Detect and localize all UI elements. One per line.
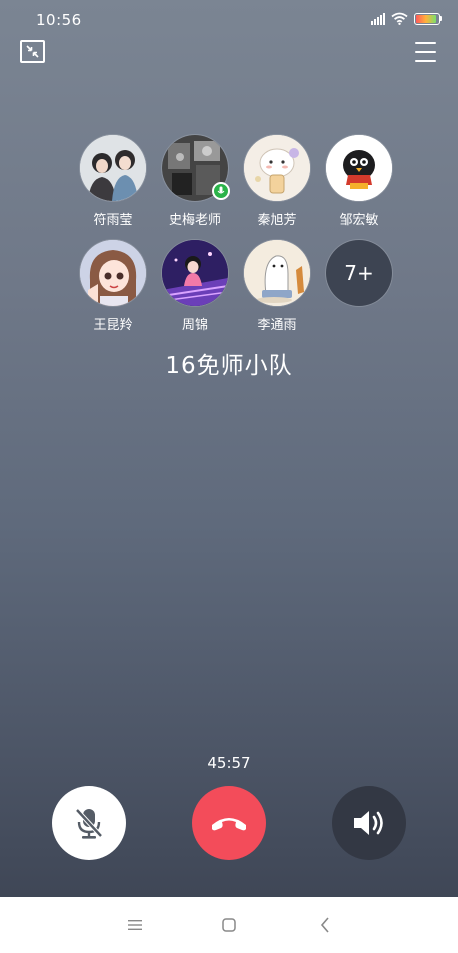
signal-icon	[371, 12, 385, 25]
status-time: 10:56	[36, 11, 82, 29]
participant-name: 邹宏敏	[339, 213, 379, 228]
participant-name: 秦旭芳	[257, 213, 297, 228]
home-icon	[222, 918, 236, 932]
speaker-icon	[354, 811, 383, 835]
participant-name: 周锦	[181, 318, 208, 333]
participant[interactable]: 邹宏敏	[318, 135, 400, 228]
voice-call-screen: 10:56 符雨莹 史梅老师 秦旭芳 邹宏敏 王昆羚 周锦 李通雨 7+ 16免…	[0, 0, 458, 953]
avatar	[244, 240, 310, 306]
avatar	[80, 135, 146, 201]
navigation-bar	[0, 897, 458, 953]
status-bar: 10:56	[0, 0, 458, 40]
participant[interactable]: 周锦	[154, 240, 236, 333]
group-title: 16免师小队	[165, 353, 293, 379]
participant-name: 史梅老师	[168, 213, 221, 228]
menu-icon	[415, 42, 436, 44]
participant-name: 王昆羚	[93, 318, 133, 333]
back-icon	[320, 917, 329, 933]
more-participants-button[interactable]: 7+	[318, 240, 400, 306]
mute-button[interactable]	[52, 786, 126, 860]
home-button[interactable]	[220, 916, 238, 934]
participant-name: 符雨莹	[93, 213, 133, 228]
status-icons	[371, 12, 442, 25]
participant[interactable]: 王昆羚	[72, 240, 154, 333]
speaker-button[interactable]	[332, 786, 406, 860]
avatar	[162, 135, 230, 201]
hangup-icon	[212, 818, 246, 831]
participant-name: 李通雨	[257, 318, 297, 333]
avatar	[244, 135, 310, 201]
menu-button[interactable]	[415, 42, 436, 62]
avatar	[326, 135, 392, 201]
minimize-window-button[interactable]	[20, 40, 45, 63]
recent-apps-icon	[128, 920, 142, 930]
participant[interactable]: 符雨莹	[72, 135, 154, 228]
minimize-window-icon	[26, 45, 39, 58]
avatar	[162, 240, 228, 306]
back-button[interactable]	[316, 916, 334, 934]
avatar	[80, 240, 146, 306]
call-timer: 45:57	[207, 754, 251, 772]
mic-off-icon	[75, 808, 103, 839]
participant[interactable]: 史梅老师	[154, 135, 236, 228]
participant[interactable]: 秦旭芳	[236, 135, 318, 228]
battery-icon	[414, 12, 442, 25]
mic-active-badge	[212, 182, 230, 200]
recent-apps-button[interactable]	[126, 916, 144, 934]
participant[interactable]: 李通雨	[236, 240, 318, 333]
wifi-icon	[391, 12, 408, 25]
hangup-button[interactable]	[192, 786, 266, 860]
more-participants-count: 7+	[326, 240, 392, 306]
